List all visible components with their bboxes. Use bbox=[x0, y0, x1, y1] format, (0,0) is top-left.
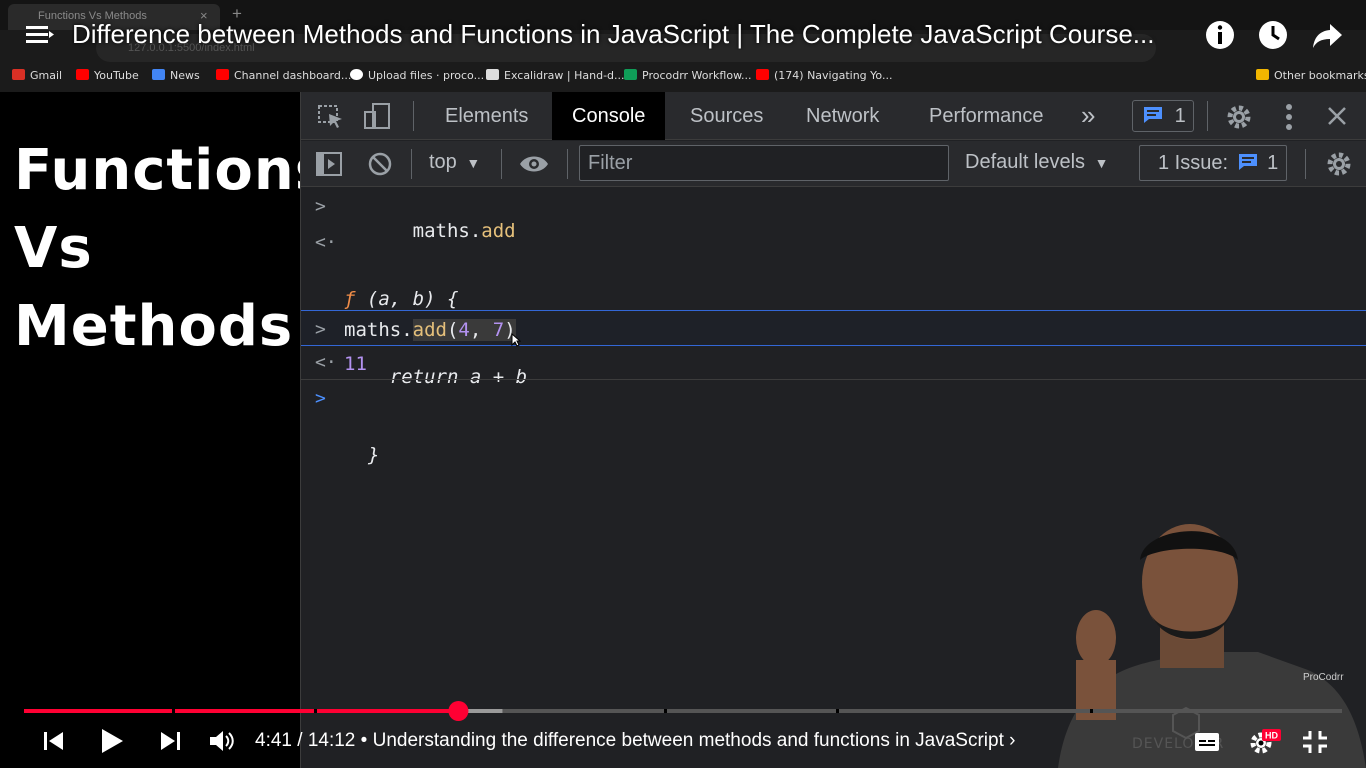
console-output-row: <· ƒ (a, b) { return a + b } bbox=[301, 224, 1366, 466]
watch-later-icon[interactable] bbox=[1256, 18, 1290, 52]
message-icon bbox=[1144, 107, 1162, 123]
console-toolbar: top ▼ Filter Default levels ▼ 1 Issue: 1 bbox=[301, 141, 1366, 187]
input-chevron-icon: > bbox=[315, 196, 326, 217]
console-prompt[interactable]: > bbox=[301, 382, 1366, 416]
bookmark-excalidraw[interactable]: Excalidraw | Hand-d... bbox=[486, 69, 625, 82]
function-glyph: ƒ bbox=[344, 288, 356, 310]
bookmark-upload-files[interactable]: Upload files · proco... bbox=[350, 69, 484, 82]
scrubber-handle bbox=[448, 701, 469, 721]
console-input-row: > maths.add bbox=[301, 188, 1366, 242]
chevron-down-icon: ▼ bbox=[1094, 155, 1109, 171]
console-output-row: <· 11 bbox=[301, 346, 1366, 380]
progress-bar[interactable] bbox=[24, 701, 1342, 721]
channel-watermark: ProCodrr bbox=[1303, 672, 1344, 683]
issues-button[interactable]: 1 Issue: 1 bbox=[1139, 145, 1287, 181]
slide-panel: Functions Vs Methods bbox=[0, 92, 328, 768]
bookmark-news[interactable]: News bbox=[152, 69, 200, 82]
output-arrow-icon: <· bbox=[315, 232, 337, 253]
settings-gear-icon[interactable] bbox=[1225, 103, 1253, 131]
volume-icon[interactable] bbox=[208, 730, 236, 752]
function-signature: (a, b) { bbox=[355, 288, 459, 310]
bookmark-youtube[interactable]: YouTube bbox=[76, 69, 139, 82]
close-devtools-icon[interactable] bbox=[1327, 106, 1347, 126]
log-levels-dropdown[interactable]: Default levels ▼ bbox=[965, 151, 1108, 174]
settings-icon[interactable]: HD bbox=[1248, 728, 1282, 756]
previous-icon[interactable] bbox=[42, 730, 66, 752]
subtitles-icon[interactable] bbox=[1194, 732, 1220, 752]
chevron-right-icon[interactable]: › bbox=[1009, 730, 1015, 751]
prompt-chevron-icon: > bbox=[315, 388, 326, 409]
tab-elements[interactable]: Elements bbox=[425, 92, 548, 140]
slide-word-functions: Functions bbox=[14, 138, 330, 203]
function-close-brace: } bbox=[368, 444, 380, 466]
device-toolbar-icon[interactable] bbox=[363, 102, 391, 130]
player-controls: 4:41 / 14:12 • Understanding the differe… bbox=[0, 720, 1366, 768]
bookmark-gmail[interactable]: Gmail bbox=[12, 69, 62, 82]
info-icon[interactable] bbox=[1203, 18, 1237, 52]
bookmark-navigating[interactable]: (174) Navigating Yo... bbox=[756, 69, 892, 82]
progress-played bbox=[24, 709, 459, 713]
exit-fullscreen-icon[interactable] bbox=[1302, 730, 1328, 754]
menu-icon[interactable] bbox=[22, 18, 56, 52]
console-input-row: > maths.add(4, 7) bbox=[301, 310, 1366, 347]
inspect-element-icon[interactable] bbox=[317, 104, 345, 130]
clear-console-icon[interactable] bbox=[367, 151, 393, 177]
chevron-down-icon: ▼ bbox=[466, 155, 481, 171]
console-settings-icon[interactable] bbox=[1325, 150, 1353, 178]
console-input-text: maths.add(4, 7) bbox=[344, 319, 516, 341]
tab-sources[interactable]: Sources bbox=[670, 92, 783, 140]
input-chevron-icon: > bbox=[315, 319, 326, 340]
tab-network[interactable]: Network bbox=[786, 92, 899, 140]
tab-performance[interactable]: Performance bbox=[909, 92, 1064, 140]
bookmark-channel-dashboard[interactable]: Channel dashboard... bbox=[216, 69, 351, 82]
play-icon[interactable] bbox=[100, 728, 124, 754]
devtools-tab-bar: Elements Console Sources Network Perform… bbox=[301, 92, 1366, 140]
video-title[interactable]: Difference between Methods and Functions… bbox=[72, 19, 1192, 50]
share-icon[interactable] bbox=[1310, 18, 1344, 52]
messages-badge[interactable]: 1 bbox=[1132, 100, 1194, 132]
more-options-icon[interactable] bbox=[1285, 104, 1293, 130]
time-and-chapter: 4:41 / 14:12 • Understanding the differe… bbox=[255, 730, 1016, 751]
output-arrow-icon: <· bbox=[315, 352, 337, 373]
slide-word-vs: Vs bbox=[14, 216, 93, 281]
live-expression-eye-icon[interactable] bbox=[519, 153, 549, 175]
issue-icon bbox=[1238, 154, 1257, 170]
console-result-value: 11 bbox=[344, 353, 367, 375]
bookmark-procodrr-workflow[interactable]: Procodrr Workflow... bbox=[624, 69, 752, 82]
filter-input[interactable]: Filter bbox=[579, 145, 949, 181]
hd-badge: HD bbox=[1265, 731, 1278, 741]
context-selector[interactable]: top ▼ bbox=[429, 151, 480, 174]
next-icon[interactable] bbox=[158, 730, 182, 752]
slide-word-methods: Methods bbox=[14, 294, 294, 359]
more-tabs-icon[interactable]: » bbox=[1081, 100, 1095, 131]
sidebar-toggle-icon[interactable] bbox=[315, 151, 343, 177]
duration: 14:12 bbox=[307, 730, 356, 751]
bookmarks-bar: Gmail YouTube News Channel dashboard... … bbox=[0, 64, 1366, 88]
current-time: 4:41 bbox=[255, 730, 292, 751]
mouse-cursor-icon bbox=[511, 333, 521, 347]
tab-console[interactable]: Console bbox=[552, 92, 666, 140]
other-bookmarks[interactable]: Other bookmarks bbox=[1256, 69, 1366, 82]
chapter-title[interactable]: Understanding the difference between met… bbox=[373, 730, 1004, 751]
